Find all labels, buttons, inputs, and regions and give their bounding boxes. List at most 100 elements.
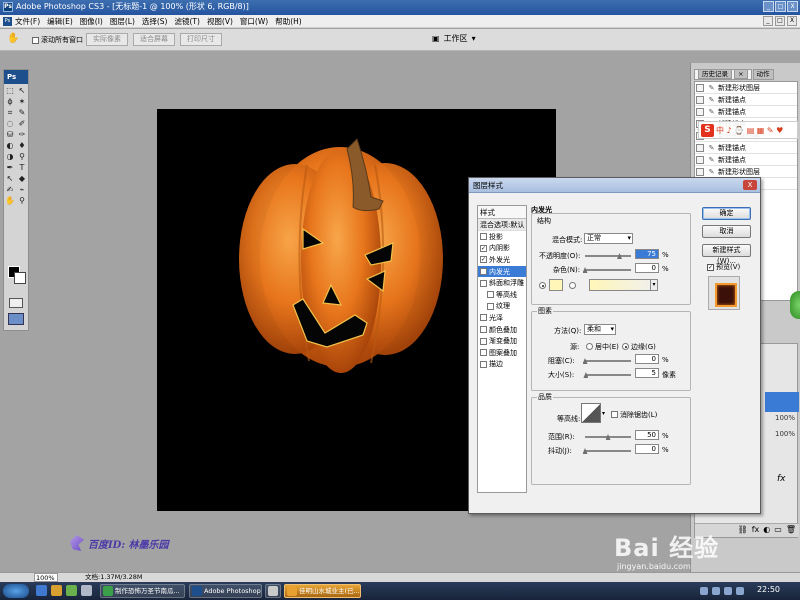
tool-icon[interactable]: ⌗	[4, 108, 16, 118]
style-item-checkbox[interactable]	[480, 326, 487, 334]
tab-actions[interactable]: 动作	[752, 69, 774, 80]
floating-ball-icon[interactable]	[790, 291, 800, 319]
style-item[interactable]: 等高线	[478, 289, 526, 301]
opacity-value[interactable]: 100%	[775, 414, 795, 422]
zoom-level-field[interactable]: 100%	[34, 573, 58, 582]
cancel-button[interactable]: 取消	[702, 225, 751, 238]
fill-value[interactable]: 100%	[775, 430, 795, 438]
style-item[interactable]: ✓ 外发光	[478, 254, 526, 266]
input-method-bar[interactable]: S 中 ♪ ⌚ ▤ ▦ ✎ ♥	[698, 121, 798, 139]
history-state-row[interactable]: ✎新建锚点	[695, 94, 797, 106]
taskbar-clock[interactable]: 22:50	[757, 585, 780, 594]
screen-mode-button[interactable]	[8, 313, 24, 325]
tool-icon[interactable]: ◐	[4, 141, 16, 151]
range-input[interactable]: 50	[635, 430, 659, 440]
quicklaunch-ie-icon[interactable]	[36, 585, 47, 596]
style-item[interactable]: 颜色叠加	[478, 324, 526, 336]
tool-icon[interactable]: ◌	[4, 119, 16, 129]
jitter-input[interactable]: 0	[635, 444, 659, 454]
menu-item[interactable]: 编辑(E)	[47, 16, 73, 27]
close-button[interactable]: X	[787, 1, 798, 12]
style-item-checkbox[interactable]: ✓	[480, 268, 487, 276]
tool-icon[interactable]: ✍	[4, 185, 16, 195]
tool-icon[interactable]: ↖	[16, 86, 28, 96]
size-slider[interactable]	[585, 374, 631, 376]
style-item-checkbox[interactable]	[480, 337, 487, 345]
opacity-input[interactable]: 75	[635, 249, 659, 259]
tool-icon[interactable]: ⛁	[4, 130, 16, 140]
opacity-slider[interactable]	[585, 255, 631, 257]
style-item-checkbox[interactable]	[480, 360, 487, 368]
tray-security-icon[interactable]	[736, 587, 744, 595]
source-center-radio[interactable]	[586, 343, 593, 350]
history-state-row[interactable]: ✎新建锚点	[695, 106, 797, 118]
selected-layer-row[interactable]	[765, 392, 799, 412]
hand-tool-icon[interactable]: ✋	[7, 33, 19, 44]
solid-color-radio[interactable]	[539, 282, 546, 289]
palette-well-icon[interactable]: ▣	[432, 32, 440, 46]
style-item[interactable]: 投影	[478, 231, 526, 243]
gradient-radio[interactable]	[569, 282, 576, 289]
menu-item[interactable]: 帮助(H)	[275, 16, 302, 27]
noise-slider[interactable]	[585, 269, 631, 271]
checkbox-icon[interactable]	[32, 36, 39, 44]
taskbar-button[interactable]: Adobe Photoshop ...	[189, 584, 262, 598]
style-item[interactable]: 描边	[478, 359, 526, 371]
quick-mask-button[interactable]	[9, 298, 23, 308]
quicklaunch-desktop-icon[interactable]	[81, 585, 92, 596]
tool-icon[interactable]: ⚲	[16, 196, 28, 206]
style-item-checkbox[interactable]: ✓	[480, 256, 487, 264]
start-button[interactable]	[3, 584, 29, 598]
layer-fx-icon[interactable]: fx	[777, 474, 786, 484]
new-style-button[interactable]: 新建样式(W)...	[702, 244, 751, 265]
style-item[interactable]: 斜面和浮雕	[478, 277, 526, 289]
actual-pixels-button[interactable]: 实际像素	[86, 33, 128, 46]
tray-network-icon[interactable]	[700, 587, 708, 595]
tool-icon[interactable]: ✎	[16, 108, 28, 118]
doc-close-button[interactable]: X	[787, 16, 797, 26]
style-item-checkbox[interactable]	[487, 302, 494, 310]
style-item-checkbox[interactable]: ✓	[480, 244, 487, 252]
style-item[interactable]: 渐变叠加	[478, 335, 526, 347]
tray-volume-icon[interactable]	[712, 587, 720, 595]
layers-footer-icon[interactable]: 🗑	[786, 524, 796, 537]
tool-icon[interactable]: ◑	[4, 152, 16, 162]
style-item-checkbox[interactable]	[480, 233, 487, 241]
gradient-dropdown-icon[interactable]: ▾	[650, 279, 658, 291]
layers-footer-icon[interactable]: ⛓	[738, 524, 748, 537]
history-state-row[interactable]: ✎新建锚点	[695, 154, 797, 166]
preview-checkbox[interactable]: ✓ 预览(V)	[707, 262, 740, 272]
doc-minimize-button[interactable]: _	[763, 16, 773, 26]
scroll-all-windows-checkbox[interactable]: 滚动所有窗口	[32, 35, 83, 45]
tab-history-close[interactable]: ×	[734, 69, 748, 79]
doc-restore-button[interactable]: □	[775, 16, 785, 26]
tool-icon[interactable]: T	[16, 163, 28, 173]
dialog-close-button[interactable]: X	[743, 180, 757, 190]
style-item[interactable]: 图案叠加	[478, 347, 526, 359]
style-item-checkbox[interactable]	[480, 279, 487, 287]
choke-input[interactable]: 0	[635, 354, 659, 364]
menu-item[interactable]: 图层(L)	[110, 16, 135, 27]
quicklaunch-media-icon[interactable]	[66, 585, 77, 596]
tool-icon[interactable]: ♦	[16, 141, 28, 151]
tool-icon[interactable]: ✑	[16, 130, 28, 140]
layers-footer-icon[interactable]: ◐	[763, 524, 770, 537]
tab-history[interactable]: 历史记录 ×	[694, 69, 752, 80]
history-brush-source-box[interactable]	[696, 143, 704, 152]
input-method-tools[interactable]: 中 ♪ ⌚ ▤ ▦ ✎ ♥	[716, 125, 783, 136]
history-brush-source-box[interactable]	[696, 95, 704, 104]
tray-ime-icon[interactable]	[724, 587, 732, 595]
taskbar-button[interactable]	[265, 584, 281, 598]
ok-button[interactable]: 确定	[702, 207, 751, 220]
maximize-button[interactable]: □	[775, 1, 786, 12]
layers-footer-icon[interactable]: fx	[752, 524, 760, 537]
background-color-swatch[interactable]	[14, 272, 26, 284]
workspace-menu[interactable]: ▣ 工作区 ▾	[432, 32, 476, 46]
style-item[interactable]: ✓ 内发光	[478, 265, 526, 278]
history-state-row[interactable]: ✎新建形状图层	[695, 82, 797, 94]
glow-color-swatch[interactable]	[549, 279, 563, 291]
tool-icon[interactable]: ϕ	[4, 97, 16, 107]
styles-header[interactable]: 样式	[478, 206, 526, 219]
history-brush-source-box[interactable]	[696, 83, 704, 92]
glow-gradient-swatch[interactable]	[589, 279, 651, 291]
